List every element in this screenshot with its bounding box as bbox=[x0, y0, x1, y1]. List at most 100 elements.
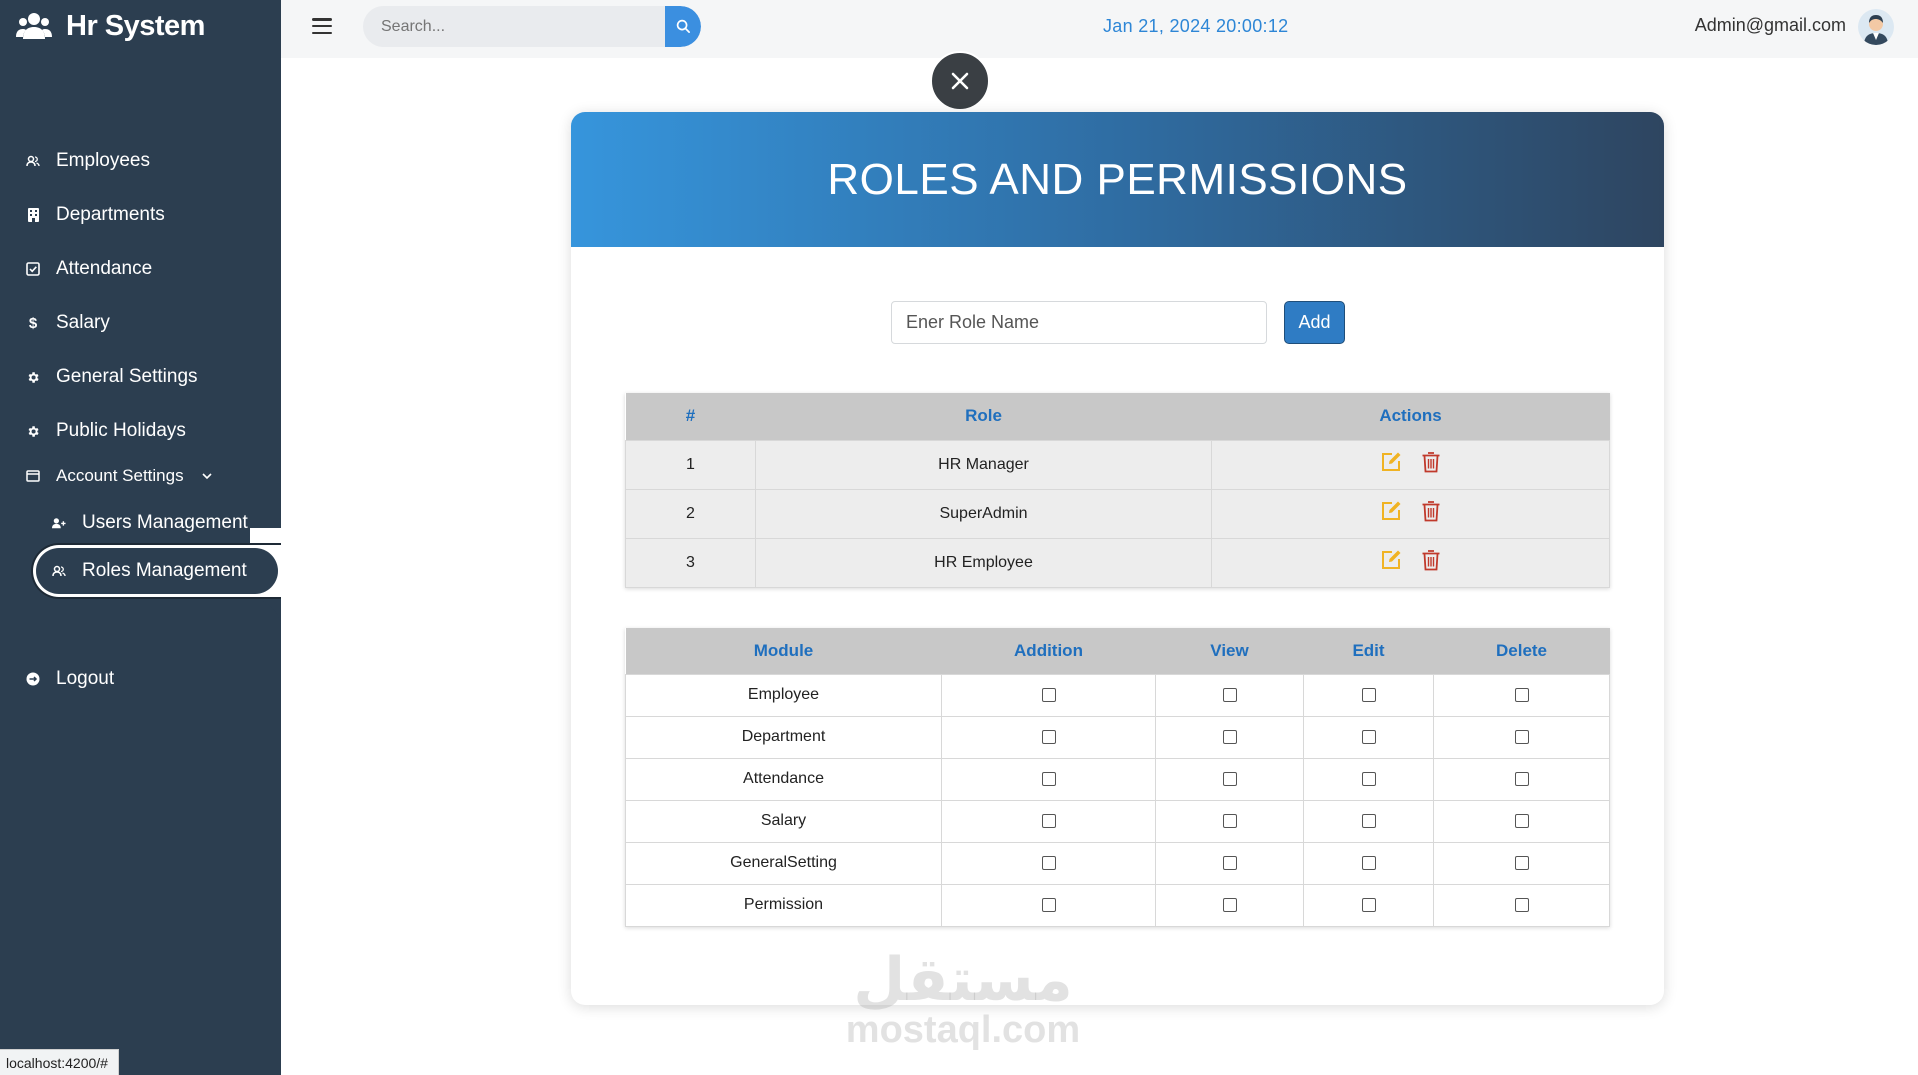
search-box bbox=[363, 6, 701, 47]
view-checkbox[interactable] bbox=[1222, 729, 1237, 744]
card-header: ROLES AND PERMISSIONS bbox=[571, 112, 1664, 247]
addition-cell bbox=[941, 799, 1156, 843]
table-row: Salary bbox=[625, 799, 1610, 843]
search-input[interactable] bbox=[363, 6, 663, 47]
table-row: GeneralSetting bbox=[625, 841, 1610, 885]
sidebar-item-label: Account Settings bbox=[56, 466, 184, 485]
sidebar-item-departments[interactable]: Departments bbox=[0, 188, 281, 242]
delete-checkbox[interactable] bbox=[1514, 855, 1529, 870]
edit-checkbox[interactable] bbox=[1361, 729, 1376, 744]
edit-checkbox[interactable] bbox=[1361, 813, 1376, 828]
view-cell bbox=[1155, 883, 1304, 927]
chevron-down-icon bbox=[202, 469, 212, 483]
addition-cell bbox=[941, 883, 1156, 927]
edit-cell bbox=[1303, 883, 1434, 927]
delete-checkbox[interactable] bbox=[1514, 687, 1529, 702]
role-number: 2 bbox=[625, 488, 756, 539]
view-cell bbox=[1155, 799, 1304, 843]
browser-status-url: localhost:4200/# bbox=[0, 1049, 119, 1075]
app-title: Hr System bbox=[66, 9, 205, 42]
sidebar-item-general-settings[interactable]: General Settings bbox=[0, 350, 281, 404]
column-header: View bbox=[1155, 628, 1304, 674]
building-icon bbox=[26, 208, 40, 222]
logout-icon bbox=[26, 672, 40, 686]
module-name: Salary bbox=[625, 799, 942, 843]
view-cell bbox=[1155, 757, 1304, 801]
delete-cell bbox=[1433, 715, 1610, 759]
watermark-latin: mostaql.com bbox=[845, 1009, 1081, 1051]
delete-checkbox[interactable] bbox=[1514, 729, 1529, 744]
users-icon bbox=[52, 564, 66, 578]
sidebar-item-logout[interactable]: Logout bbox=[0, 652, 114, 706]
sidebar-item-salary[interactable]: $ Salary bbox=[0, 296, 281, 350]
addition-checkbox[interactable] bbox=[1041, 729, 1056, 744]
view-checkbox[interactable] bbox=[1222, 771, 1237, 786]
edit-icon[interactable] bbox=[1380, 451, 1402, 478]
view-cell bbox=[1155, 715, 1304, 759]
close-button[interactable] bbox=[930, 51, 990, 111]
edit-icon[interactable] bbox=[1380, 500, 1402, 527]
edit-icon[interactable] bbox=[1380, 549, 1402, 576]
add-role-form: Add bbox=[891, 301, 1345, 344]
actions-cell bbox=[1211, 439, 1610, 490]
edit-checkbox[interactable] bbox=[1361, 855, 1376, 870]
avatar[interactable] bbox=[1858, 9, 1894, 45]
sidebar-item-account-settings[interactable]: Account Settings bbox=[0, 456, 281, 496]
sidebar-item-attendance[interactable]: Attendance bbox=[0, 242, 281, 296]
menu-toggle-icon[interactable] bbox=[312, 18, 332, 34]
user-plus-icon bbox=[52, 516, 66, 530]
sidebar-item-public-holidays[interactable]: Public Holidays bbox=[0, 404, 281, 458]
actions-cell bbox=[1211, 537, 1610, 588]
trash-icon[interactable] bbox=[1421, 451, 1441, 478]
delete-cell bbox=[1433, 841, 1610, 885]
delete-checkbox[interactable] bbox=[1514, 813, 1529, 828]
brand[interactable]: Hr System bbox=[16, 8, 205, 44]
edit-checkbox[interactable] bbox=[1361, 897, 1376, 912]
column-header: # bbox=[625, 393, 756, 440]
users-logo-icon bbox=[16, 11, 52, 41]
sidebar-item-label: Salary bbox=[56, 312, 110, 333]
user-email[interactable]: Admin@gmail.com bbox=[1695, 15, 1846, 36]
view-checkbox[interactable] bbox=[1222, 813, 1237, 828]
role-name: HR Manager bbox=[755, 439, 1212, 490]
module-name: Department bbox=[625, 715, 942, 759]
view-cell bbox=[1155, 841, 1304, 885]
edit-checkbox[interactable] bbox=[1361, 771, 1376, 786]
search-button[interactable] bbox=[665, 6, 701, 47]
view-checkbox[interactable] bbox=[1222, 687, 1237, 702]
sidebar-item-label: Logout bbox=[56, 668, 115, 689]
table-header-row: Module Addition View Edit Delete bbox=[625, 628, 1610, 674]
column-header: Module bbox=[625, 628, 942, 674]
sidebar-item-roles-management[interactable]: Roles Management bbox=[36, 548, 278, 594]
addition-cell bbox=[941, 715, 1156, 759]
view-checkbox[interactable] bbox=[1222, 897, 1237, 912]
edit-checkbox[interactable] bbox=[1361, 687, 1376, 702]
sidebar-curve bbox=[250, 599, 281, 639]
delete-cell bbox=[1433, 757, 1610, 801]
addition-checkbox[interactable] bbox=[1041, 771, 1056, 786]
trash-icon[interactable] bbox=[1421, 549, 1441, 576]
close-icon bbox=[951, 72, 969, 90]
sidebar-item-users-management[interactable]: Users Management bbox=[0, 496, 281, 550]
search-icon bbox=[676, 19, 690, 33]
addition-cell bbox=[941, 673, 1156, 717]
table-row: 2 SuperAdmin bbox=[625, 488, 1610, 539]
addition-checkbox[interactable] bbox=[1041, 687, 1056, 702]
table-row: Department bbox=[625, 715, 1610, 759]
add-role-button[interactable]: Add bbox=[1284, 301, 1345, 344]
delete-checkbox[interactable] bbox=[1514, 897, 1529, 912]
addition-checkbox[interactable] bbox=[1041, 813, 1056, 828]
trash-icon[interactable] bbox=[1421, 500, 1441, 527]
roles-table: # Role Actions 1 HR Manager 2 SuperAdmin bbox=[625, 393, 1610, 588]
sidebar-nav: Employees Departments Attendance $ Salar… bbox=[0, 134, 281, 550]
view-checkbox[interactable] bbox=[1222, 855, 1237, 870]
sidebar-item-label: Departments bbox=[56, 204, 165, 225]
sidebar-item-label: General Settings bbox=[56, 366, 198, 387]
role-name-input[interactable] bbox=[891, 301, 1267, 344]
delete-checkbox[interactable] bbox=[1514, 771, 1529, 786]
page-title: ROLES AND PERMISSIONS bbox=[827, 154, 1408, 204]
sidebar-item-employees[interactable]: Employees bbox=[0, 134, 281, 188]
addition-checkbox[interactable] bbox=[1041, 855, 1056, 870]
addition-checkbox[interactable] bbox=[1041, 897, 1056, 912]
edit-cell bbox=[1303, 673, 1434, 717]
